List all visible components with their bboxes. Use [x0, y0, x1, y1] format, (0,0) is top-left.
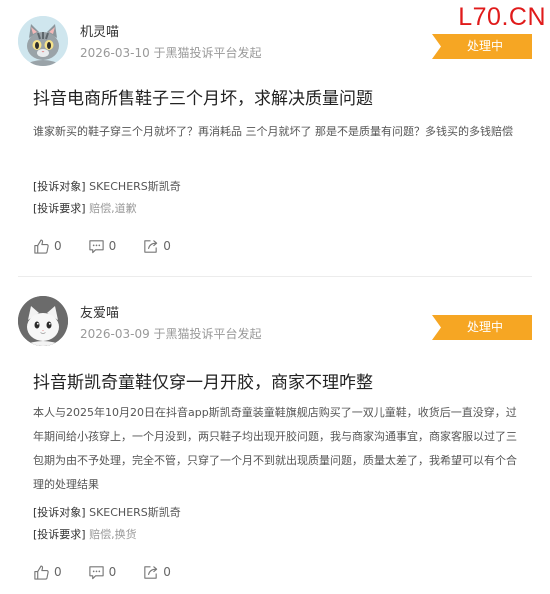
comment-button[interactable]: 0	[88, 238, 117, 255]
like-button[interactable]: 0	[33, 564, 62, 581]
avatar[interactable]	[18, 16, 68, 66]
white-cat-icon	[18, 296, 68, 346]
author-name[interactable]: 友爱喵	[80, 306, 119, 322]
complaint-demand-value: 赔偿,换货	[89, 528, 137, 541]
complaint-target-row: [投诉对象] SKECHERS斯凯奇	[33, 179, 181, 195]
post-title[interactable]: 抖音电商所售鞋子三个月坏，求解决质量问题	[33, 88, 373, 110]
share-count: 0	[163, 238, 171, 253]
complaint-target-row: [投诉对象] SKECHERS斯凯奇	[33, 505, 181, 521]
share-button[interactable]: 0	[142, 238, 171, 255]
like-button[interactable]: 0	[33, 238, 62, 255]
complaint-target-label: [投诉对象]	[33, 506, 86, 519]
gray-cat-icon	[18, 16, 68, 66]
complaint-card[interactable]: 机灵喵 2026-03-10 于黑猫投诉平台发起 处理中 抖音电商所售鞋子三个月…	[0, 0, 550, 276]
avatar[interactable]	[18, 296, 68, 346]
comment-count: 0	[108, 564, 117, 579]
comment-icon	[88, 565, 104, 579]
share-count: 0	[163, 564, 171, 579]
complaint-demand-label: [投诉要求]	[33, 202, 86, 215]
like-icon	[34, 239, 49, 254]
share-button[interactable]: 0	[142, 564, 171, 581]
post-meta: 2026-03-09 于黑猫投诉平台发起	[80, 327, 262, 341]
like-count: 0	[54, 238, 62, 253]
action-bar: 0 0 0	[33, 237, 197, 255]
like-icon	[34, 565, 49, 580]
share-icon	[144, 239, 158, 253]
complaint-demand-row: [投诉要求] 赔偿,换货	[33, 527, 137, 543]
like-count: 0	[54, 564, 62, 579]
comment-count: 0	[108, 238, 117, 253]
comment-icon	[88, 239, 104, 253]
status-badge: 处理中	[432, 34, 532, 59]
complaint-demand-row: [投诉要求] 赔偿,道歉	[33, 201, 137, 217]
complaint-target-value[interactable]: SKECHERS斯凯奇	[89, 180, 181, 193]
complaint-card[interactable]: 友爱喵 2026-03-09 于黑猫投诉平台发起 处理中 抖音斯凯奇童鞋仅穿一月…	[0, 282, 550, 594]
complaint-target-value[interactable]: SKECHERS斯凯奇	[89, 506, 181, 519]
complaint-target-label: [投诉对象]	[33, 180, 86, 193]
status-badge: 处理中	[432, 315, 532, 340]
comment-button[interactable]: 0	[88, 564, 117, 581]
author-name[interactable]: 机灵喵	[80, 25, 119, 41]
share-icon	[144, 565, 158, 579]
post-body: 谁家新买的鞋子穿三个月就坏了？再消耗品 三个月就坏了 那是不是质量有问题？多钱买…	[33, 125, 513, 138]
complaint-demand-value: 赔偿,道歉	[89, 202, 137, 215]
complaint-demand-label: [投诉要求]	[33, 528, 86, 541]
post-title[interactable]: 抖音斯凯奇童鞋仅穿一月开胶，商家不理咋整	[33, 372, 373, 394]
card-divider	[18, 276, 532, 277]
post-meta: 2026-03-10 于黑猫投诉平台发起	[80, 46, 262, 60]
post-body: 本人与2025年10月20日在抖音app斯凯奇童装童鞋旗舰店购买了一双儿童鞋，收…	[33, 406, 517, 491]
action-bar: 0 0 0	[33, 563, 197, 581]
